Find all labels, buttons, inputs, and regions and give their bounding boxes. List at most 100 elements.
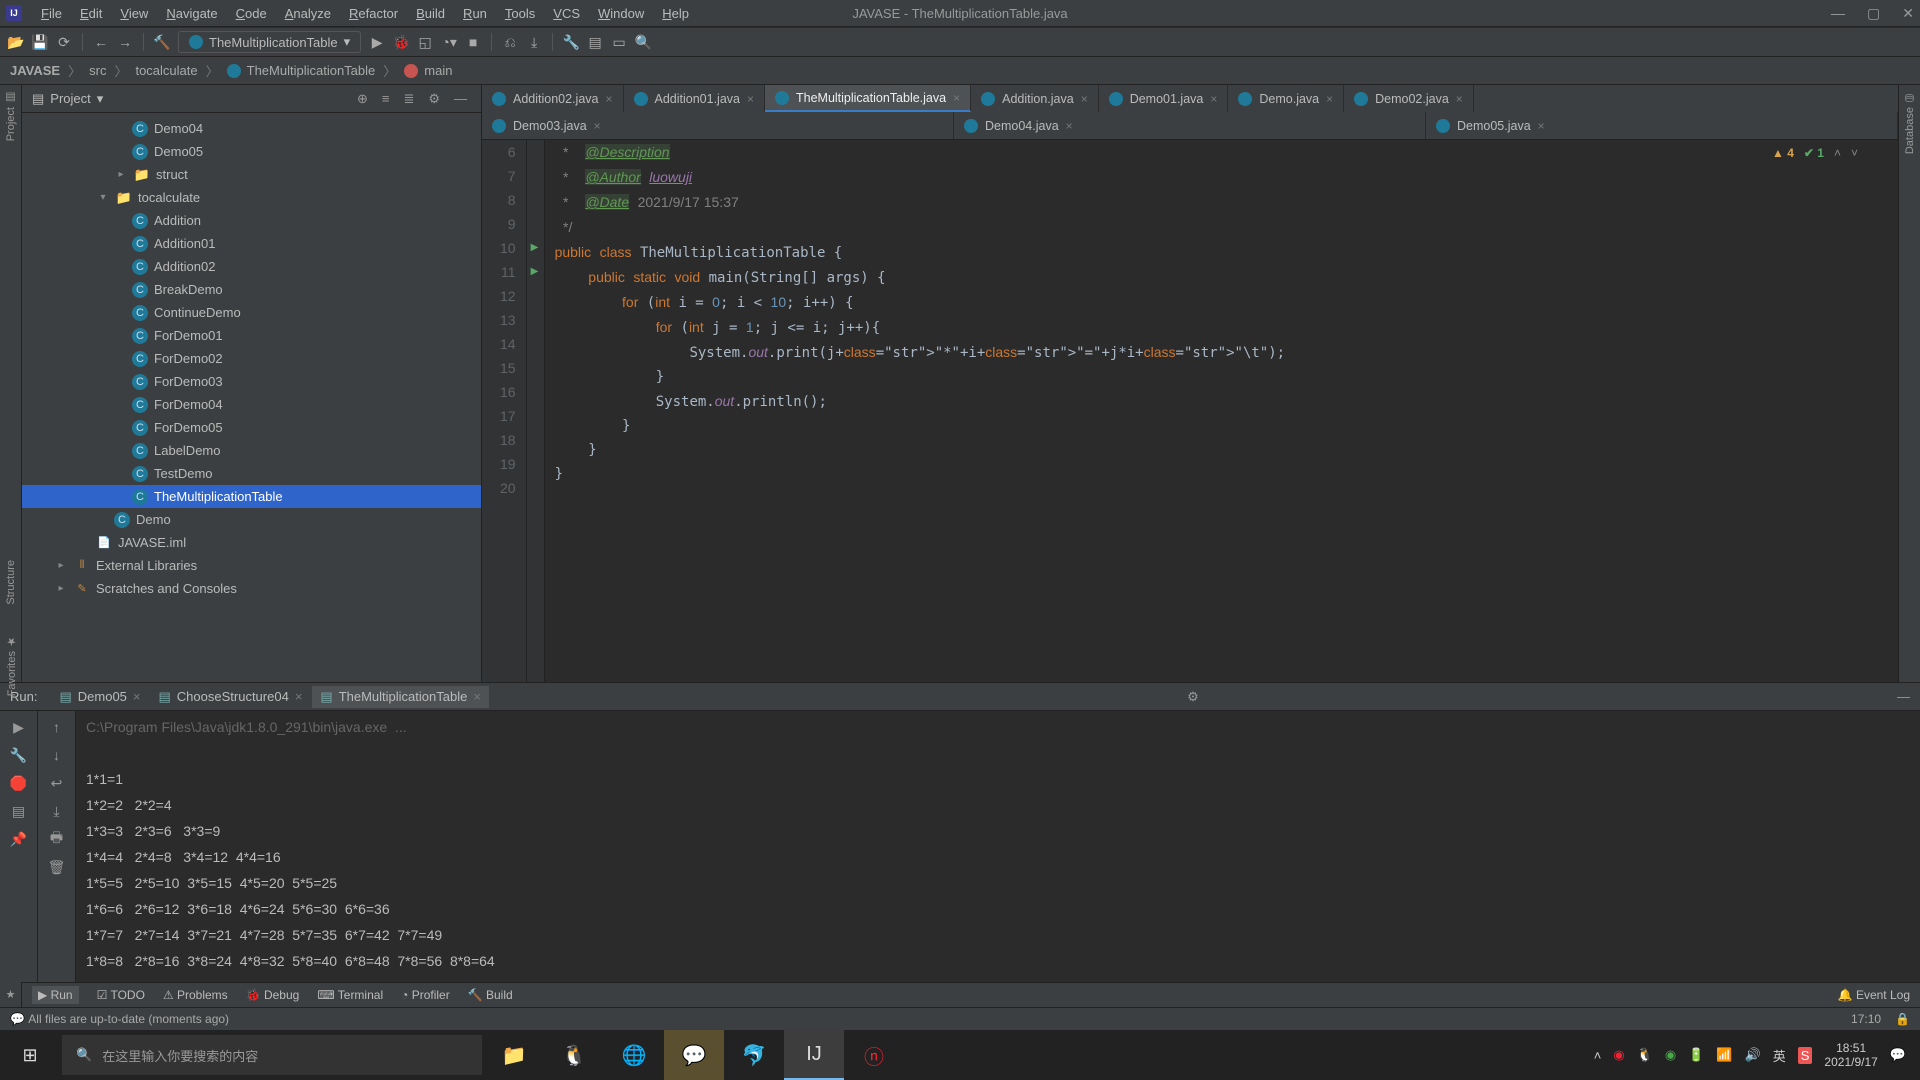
search-icon[interactable]: 🔍 <box>635 34 651 50</box>
close-icon[interactable]: × <box>953 91 960 105</box>
locate-icon[interactable]: ⊕ <box>353 91 372 107</box>
minimize-button[interactable]: — <box>1831 5 1845 22</box>
tree-item-labeldemo[interactable]: CLabelDemo <box>22 439 481 462</box>
tray-chevron-icon[interactable]: ˄ <box>1594 1048 1602 1063</box>
tree-item-testdemo[interactable]: CTestDemo <box>22 462 481 485</box>
tree-item-demo05[interactable]: CDemo05 <box>22 140 481 163</box>
tree-item-scratches-and-consoles[interactable]: ▸✎Scratches and Consoles <box>22 577 481 600</box>
menu-build[interactable]: Build <box>407 2 454 25</box>
gutter-project[interactable]: Project ▤ <box>4 91 17 141</box>
tab-addition02-java[interactable]: Addition02.java× <box>482 85 624 112</box>
tray-wechat-icon[interactable]: ◉ <box>1665 1047 1676 1063</box>
tray-notifications-icon[interactable]: 💬 <box>1890 1047 1906 1063</box>
close-icon[interactable]: × <box>1538 119 1545 133</box>
project-head-label[interactable]: Project <box>50 91 90 106</box>
app-dolphin[interactable]: 🐬 <box>724 1030 784 1080</box>
inspections-widget[interactable]: ▲ 4 ✔ 1 ˄ ˅ <box>1772 146 1858 160</box>
close-icon[interactable]: × <box>1210 92 1217 106</box>
gutter-structure-label[interactable]: Structure <box>5 560 17 605</box>
menu-vcs[interactable]: VCS <box>544 2 589 25</box>
tab-addition-java[interactable]: Addition.java× <box>971 85 1099 112</box>
close-icon[interactable]: × <box>594 119 601 133</box>
tree-item-demo04[interactable]: CDemo04 <box>22 117 481 140</box>
tree-item-fordemo04[interactable]: CForDemo04 <box>22 393 481 416</box>
gutter[interactable]: ▶▶ <box>527 140 545 682</box>
bottom-todo[interactable]: ☑ TODO <box>97 986 145 1004</box>
gutter-structure[interactable]: ★ <box>6 988 16 1001</box>
coverage-icon[interactable]: ◱ <box>417 34 433 50</box>
app-chrome[interactable]: 🌐 <box>604 1030 664 1080</box>
menu-edit[interactable]: Edit <box>71 2 111 25</box>
tab-addition01-java[interactable]: Addition01.java× <box>624 85 766 112</box>
bottom-build[interactable]: 🔨 Build <box>468 986 513 1004</box>
bc-src[interactable]: src <box>89 63 106 78</box>
app-explorer[interactable]: 📁 <box>484 1030 544 1080</box>
menu-tools[interactable]: Tools <box>496 2 544 25</box>
scroll-icon[interactable]: ⤓ <box>49 803 65 819</box>
tray-clock[interactable]: 18:512021/9/17 <box>1824 1041 1877 1069</box>
run-icon[interactable]: ▶ <box>369 34 385 50</box>
bottom-problems[interactable]: ⚠ Problems <box>163 986 228 1004</box>
tray-battery-icon[interactable]: 🔋 <box>1688 1047 1704 1063</box>
tab-demo04-java[interactable]: Demo04.java× <box>954 112 1426 139</box>
bottom-debug[interactable]: 🐞 Debug <box>246 986 300 1004</box>
tree-item-addition01[interactable]: CAddition01 <box>22 232 481 255</box>
next-highlight-icon[interactable]: ˅ <box>1851 146 1858 160</box>
tree-item-breakdemo[interactable]: CBreakDemo <box>22 278 481 301</box>
update-icon[interactable]: ⤓ <box>526 34 542 50</box>
menu-analyze[interactable]: Analyze <box>276 2 340 25</box>
taskbar-search[interactable]: 🔍 在这里输入你要搜索的内容 <box>62 1035 482 1075</box>
tab-demo-java[interactable]: Demo.java× <box>1228 85 1344 112</box>
menu-view[interactable]: View <box>111 2 157 25</box>
tree-item-addition02[interactable]: CAddition02 <box>22 255 481 278</box>
avd-icon[interactable]: ▭ <box>611 34 627 50</box>
run-tab-demo05[interactable]: ▤ Demo05 × <box>51 686 148 708</box>
tree-item-continuedemo[interactable]: CContinueDemo <box>22 301 481 324</box>
menu-refactor[interactable]: Refactor <box>340 2 407 25</box>
tab-demo03-java[interactable]: Demo03.java× <box>482 112 954 139</box>
tree-item-tocalculate[interactable]: ▾📁tocalculate <box>22 186 481 209</box>
tree-item-themultiplicationtable[interactable]: CTheMultiplicationTable <box>22 485 481 508</box>
run-config-selector[interactable]: TheMultiplicationTable ▾ <box>178 31 361 53</box>
hide-icon[interactable]: — <box>450 91 471 106</box>
bc-method[interactable]: main <box>424 63 452 78</box>
wrench-icon[interactable]: 🔧 <box>11 747 27 763</box>
back-icon[interactable]: ← <box>93 34 109 50</box>
close-icon[interactable]: × <box>1326 92 1333 106</box>
tree-item-fordemo03[interactable]: CForDemo03 <box>22 370 481 393</box>
run-gear-icon[interactable]: ⚙ <box>1187 689 1199 705</box>
caret-position[interactable]: 17:10 <box>1851 1012 1881 1026</box>
bc-class[interactable]: TheMultiplicationTable <box>247 63 376 78</box>
gear-icon[interactable]: ⚙ <box>424 91 444 107</box>
tray-qq-icon[interactable]: 🐧 <box>1637 1047 1653 1063</box>
down-icon[interactable]: ↓ <box>49 747 65 763</box>
tree-item-fordemo01[interactable]: CForDemo01 <box>22 324 481 347</box>
run-tab-choosestructure04[interactable]: ▤ ChooseStructure04 × <box>151 686 311 708</box>
up-icon[interactable]: ↑ <box>49 719 65 735</box>
trash-icon[interactable]: 🗑 <box>49 859 65 875</box>
structure-icon[interactable]: ▤ <box>587 34 603 50</box>
pin-icon[interactable]: 📌 <box>11 831 27 847</box>
app-wechat[interactable]: 💬 <box>664 1030 724 1080</box>
menu-navigate[interactable]: Navigate <box>157 2 226 25</box>
expand-icon[interactable]: ≡ <box>378 91 394 106</box>
tab-demo05-java[interactable]: Demo05.java× <box>1426 112 1898 139</box>
bottom-profiler[interactable]: ◔ Profiler <box>401 986 450 1004</box>
forward-icon[interactable]: → <box>117 34 133 50</box>
balloon-icon[interactable]: 💬 <box>10 1012 25 1026</box>
debug-icon[interactable]: 🐞 <box>393 34 409 50</box>
tree-item-struct[interactable]: ▸📁struct <box>22 163 481 186</box>
vcs-icon[interactable]: ⎌ <box>502 34 518 50</box>
menu-run[interactable]: Run <box>454 2 496 25</box>
maximize-button[interactable]: ▢ <box>1867 5 1880 22</box>
print-icon[interactable]: 🖶 <box>49 831 65 847</box>
menu-file[interactable]: File <box>32 2 71 25</box>
open-icon[interactable]: 📂 <box>8 34 24 50</box>
tray-security-icon[interactable]: ◉ <box>1613 1047 1624 1063</box>
tab-demo01-java[interactable]: Demo01.java× <box>1099 85 1229 112</box>
code-content[interactable]: * @Description * @Author luowuji * @Date… <box>545 140 1898 682</box>
run-tab-themultiplicationtable[interactable]: ▤ TheMultiplicationTable × <box>312 686 489 708</box>
bc-root[interactable]: JAVASE <box>10 63 60 78</box>
build-icon[interactable]: 🔨 <box>154 34 170 50</box>
tree-item-fordemo02[interactable]: CForDemo02 <box>22 347 481 370</box>
